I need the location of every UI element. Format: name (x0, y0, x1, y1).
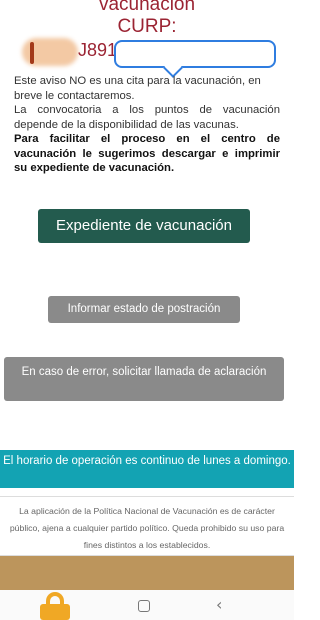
info-text: Este aviso NO es una cita para la vacuna… (14, 74, 280, 176)
back-chevron-icon[interactable]: ‹ (216, 595, 222, 614)
title-line-2: CURP: (117, 16, 177, 37)
title-line-1: vacunación (98, 0, 196, 15)
notice-text: Este aviso NO es una cita para la vacuna… (14, 75, 261, 102)
curp-row: J8911 (18, 38, 288, 68)
legal-notice: La aplicación de la Política Nacional de… (0, 496, 294, 556)
llamada-aclaracion-button[interactable]: En caso de error, solicitar llamada de a… (4, 357, 284, 401)
lock-icon[interactable] (38, 592, 72, 620)
expediente-button[interactable]: Expediente de vacunación (38, 209, 250, 243)
availability-text: La convocatoria a los puntos de vacunaci… (14, 104, 280, 131)
postracion-button[interactable]: Informar estado de postración (48, 296, 240, 323)
page-title: vacunación CURP: (0, 0, 294, 38)
pin-icon (30, 42, 34, 64)
recommendation-text: Para facilitar el proceso en el centro d… (14, 133, 280, 174)
redaction-speech-bubble (114, 40, 276, 68)
hours-banner: El horario de operación es continuo de l… (0, 450, 294, 488)
footer-band (0, 556, 294, 590)
home-square-icon[interactable] (138, 600, 150, 612)
android-nav-bar: ‹ (0, 590, 294, 620)
